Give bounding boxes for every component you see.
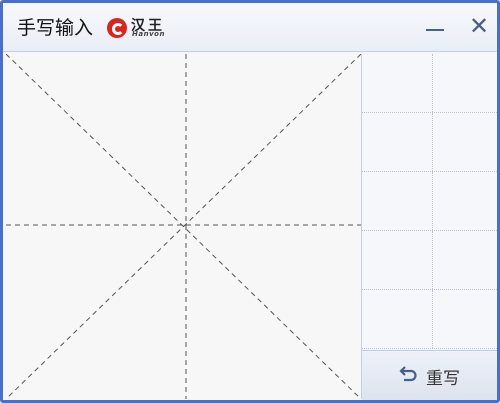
handwriting-input-window: 手写输入 汉王 Hanvon ✕ 重写 [0, 0, 500, 403]
hanvon-logo: 汉王 Hanvon [107, 17, 181, 39]
rewrite-label: 重写 [426, 369, 460, 389]
rewrite-button[interactable]: 重写 [362, 350, 497, 400]
logo-subtext: Hanvon [132, 30, 165, 38]
handwriting-canvas[interactable] [6, 54, 362, 399]
hanvon-logo-icon [107, 18, 127, 38]
candidate-row[interactable] [362, 290, 497, 349]
minimize-button[interactable] [423, 15, 447, 39]
guide-lines [6, 54, 361, 399]
undo-arrow-icon [399, 366, 417, 382]
candidate-row[interactable] [362, 113, 497, 172]
close-button[interactable]: ✕ [467, 12, 491, 40]
candidate-row[interactable] [362, 231, 497, 290]
close-icon: ✕ [468, 12, 490, 40]
window-title: 手写输入 [17, 17, 94, 39]
candidate-grid [362, 54, 497, 349]
candidate-row[interactable] [362, 172, 497, 231]
title-bar[interactable]: 手写输入 汉王 Hanvon ✕ [3, 3, 497, 52]
candidate-row[interactable] [362, 54, 497, 113]
